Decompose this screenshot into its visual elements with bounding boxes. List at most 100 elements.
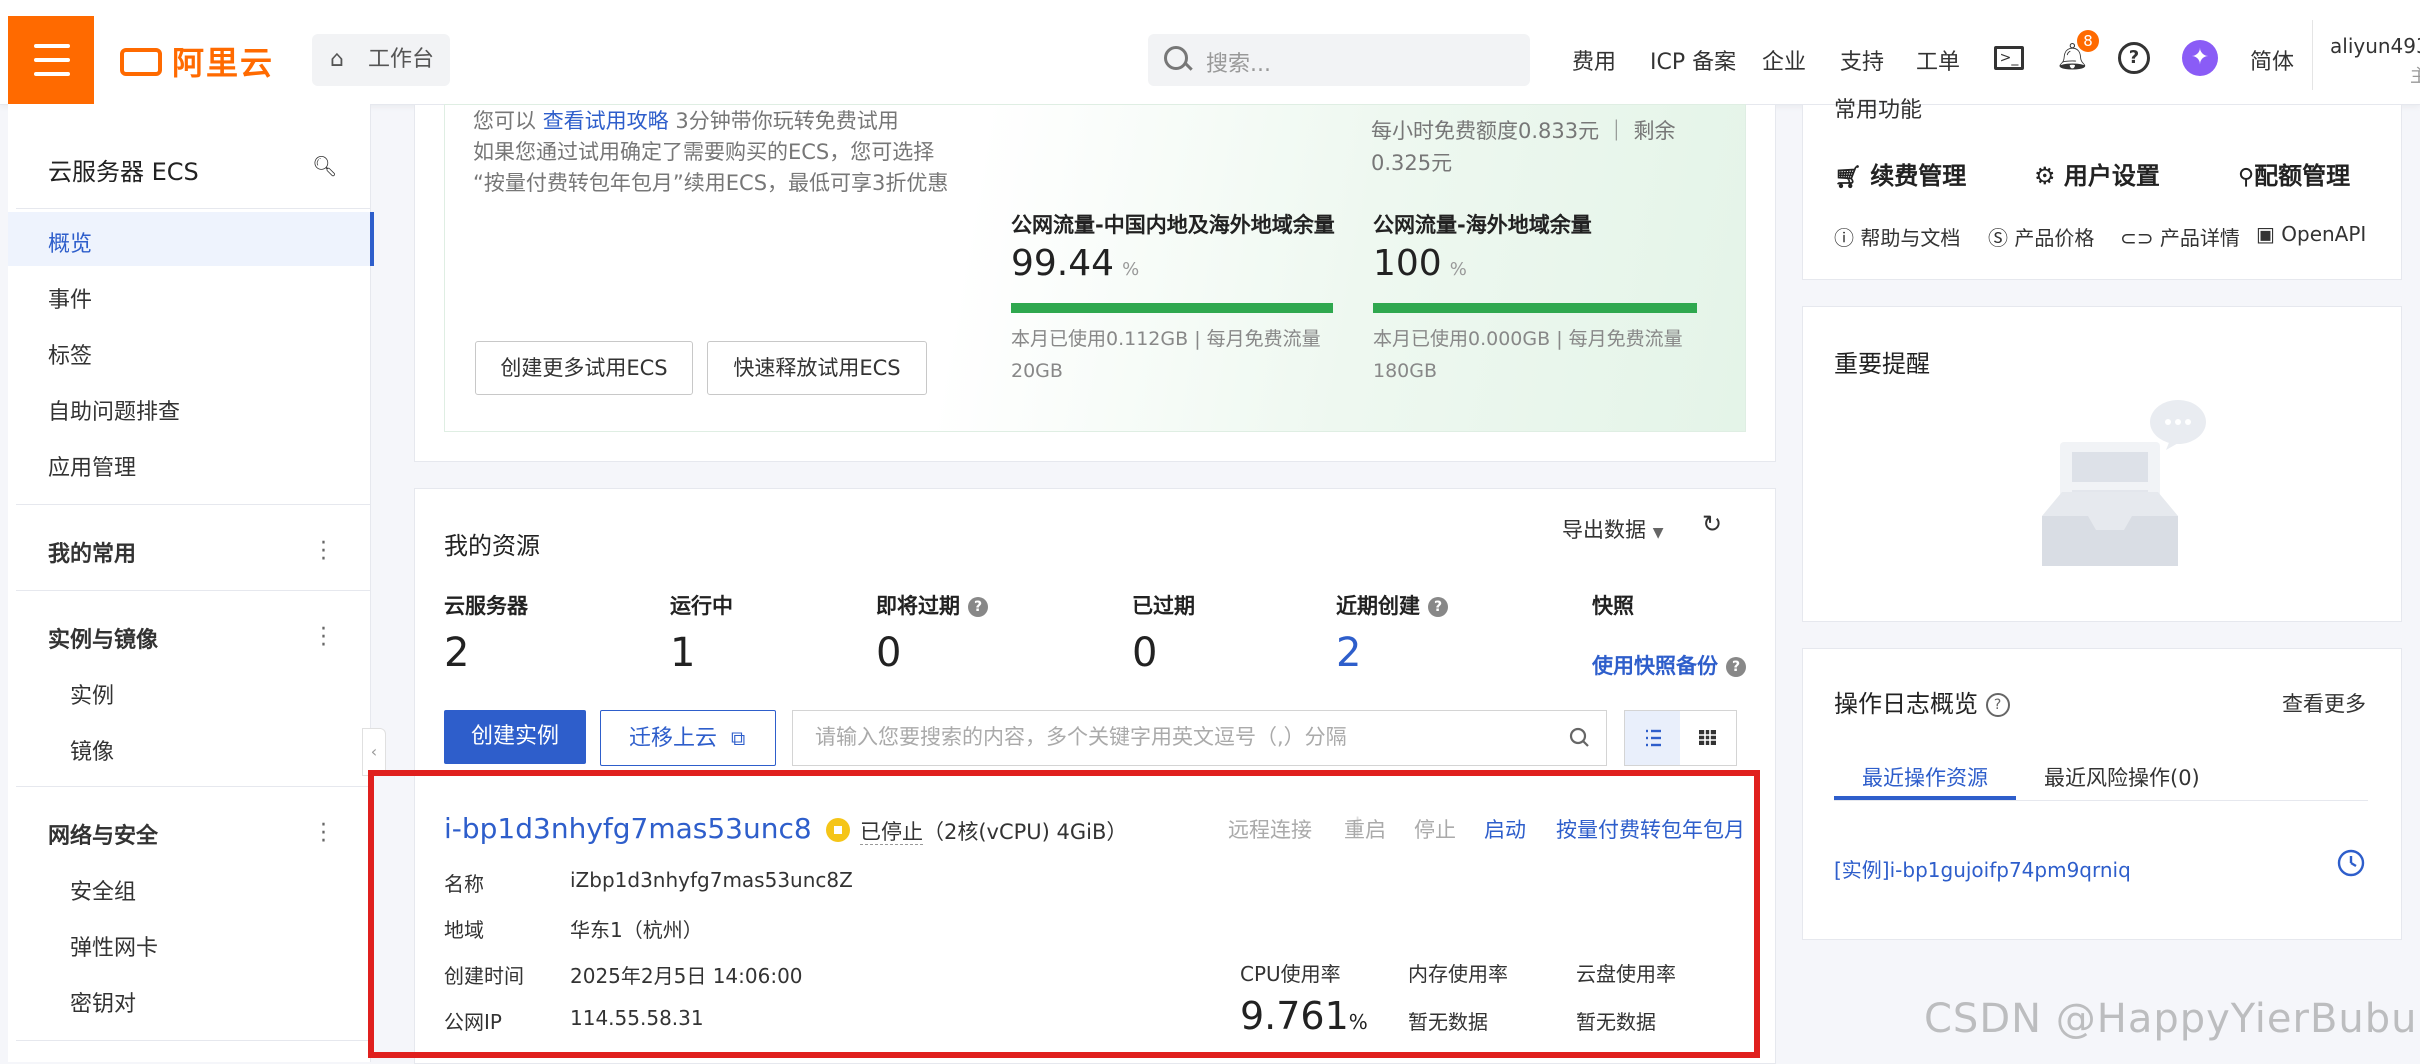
help-icon[interactable]: ?	[2118, 42, 2150, 74]
sidebar-item-images[interactable]: 镜像	[70, 734, 114, 766]
more-icon[interactable]: · · ·	[320, 619, 327, 657]
trial-guide-link[interactable]: 查看试用攻略	[543, 109, 669, 133]
migrate-cloud-button[interactable]: 迁移上云 ⧉	[600, 710, 776, 766]
product-detail-link[interactable]: ⊂⊃ 产品详情	[2120, 222, 2240, 251]
oplog-more-link[interactable]: 查看更多	[2282, 688, 2366, 718]
more-icon[interactable]: · · ·	[320, 815, 327, 853]
create-instance-button[interactable]: 创建实例	[444, 710, 586, 764]
stat-value-running[interactable]: 1	[670, 630, 695, 676]
oplog-entry-link[interactable]: [实例]i-bp1gujoifp74pm9qrniq	[1834, 854, 2131, 883]
sidebar-group-instances[interactable]: 实例与镜像	[48, 622, 158, 654]
help-docs-link[interactable]: ⓘ 帮助与文档	[1834, 222, 1960, 251]
cpu-usage-label: CPU使用率	[1240, 962, 1341, 986]
user-settings[interactable]: ⚙ 用户设置	[2034, 156, 2160, 191]
help-icon[interactable]: ?	[1428, 597, 1448, 617]
global-search[interactable]: 搜索...	[1148, 34, 1530, 86]
tab-risk-operations[interactable]: 最近风险操作(0)	[2044, 762, 2200, 792]
help-icon[interactable]: ?	[968, 597, 988, 617]
sidebar-item-events[interactable]: 事件	[48, 282, 92, 314]
stat-label-snapshot: 快照	[1592, 594, 1634, 618]
nav-fee[interactable]: 费用	[1572, 44, 1616, 76]
more-icon[interactable]: · · ·	[320, 533, 327, 571]
create-more-trial-button[interactable]: 创建更多试用ECS	[475, 341, 693, 395]
nav-support[interactable]: 支持	[1840, 44, 1884, 76]
api-icon: ▣	[2256, 222, 2275, 246]
snapshot-backup-link[interactable]: 使用快照备份?	[1592, 650, 1746, 680]
tabs-divider	[1834, 800, 2368, 801]
gear-icon: ⚙	[2034, 162, 2056, 190]
sidebar-collapse-button[interactable]: ‹	[362, 728, 386, 776]
action-restart[interactable]: 重启	[1344, 814, 1386, 844]
flow-overseas-label: 公网流量-海外地域余量	[1373, 213, 1592, 237]
aliyun-logo[interactable]: 阿里云	[120, 38, 274, 84]
stat-value-expiring[interactable]: 0	[876, 630, 901, 676]
instance-region-value: 华东1（杭州）	[570, 918, 703, 942]
sidebar-item-app-management[interactable]: 应用管理	[48, 450, 136, 482]
openapi-link[interactable]: ▣ OpenAPI	[2256, 222, 2366, 246]
product-price-link[interactable]: Ⓢ 产品价格	[1988, 222, 2094, 251]
action-remote-connect[interactable]: 远程连接	[1228, 814, 1312, 844]
trial-panel: 您可以 查看试用攻略 3分钟带你玩转免费试用 如果您通过试用确定了需要购买的EC…	[444, 104, 1746, 432]
action-convert-billing[interactable]: 按量付费转包年包月	[1556, 814, 1745, 844]
action-stop[interactable]: 停止	[1414, 814, 1456, 844]
refresh-icon[interactable]: ↻	[1702, 510, 1722, 538]
instance-spec: （2核(vCPU) 4GiB）	[923, 820, 1128, 844]
empty-inbox-illustration	[2042, 400, 2206, 566]
export-label: 导出数据	[1562, 518, 1646, 542]
nav-icp[interactable]: ICP 备案	[1650, 44, 1736, 76]
sidebar-item-keypair[interactable]: 密钥对	[70, 986, 136, 1018]
resource-search-field[interactable]	[792, 710, 1556, 766]
help-icon[interactable]: ?	[1726, 657, 1746, 677]
workbench-button[interactable]: ⌂ 工作台	[312, 34, 450, 86]
stat-label-expired: 已过期	[1132, 594, 1195, 618]
terminal-icon[interactable]: >_	[1994, 46, 2024, 70]
instance-status: 已停止（2核(vCPU) 4GiB）	[860, 816, 1127, 846]
grid-view-button[interactable]	[1680, 710, 1737, 766]
sidebar-group-network[interactable]: 网络与安全	[48, 818, 158, 850]
clock-icon[interactable]	[2336, 848, 2366, 878]
sidebar-item-eni[interactable]: 弹性网卡	[70, 930, 158, 962]
sidebar-search-icon[interactable]: 🔍︎	[312, 154, 337, 178]
flow-cn-label: 公网流量-中国内地及海外地域余量	[1011, 213, 1335, 237]
stat-label-recent-text: 近期创建	[1336, 594, 1420, 618]
language-switch[interactable]: 简体	[2250, 44, 2294, 76]
trial-line1-prefix: 您可以	[473, 109, 536, 133]
csdn-watermark: CSDN @HappyYierBubu	[1924, 996, 2418, 1042]
sidebar-item-overview[interactable]: 概览	[48, 226, 92, 258]
sidebar-item-security-group[interactable]: 安全组	[70, 874, 136, 906]
list-view-button[interactable]	[1624, 710, 1682, 766]
username[interactable]: aliyun493	[2330, 34, 2420, 58]
flow-overseas-number: 100	[1373, 243, 1442, 284]
nav-ticket[interactable]: 工单	[1916, 44, 1960, 76]
stat-value-recent[interactable]: 2	[1336, 630, 1361, 676]
menu-icon[interactable]	[8, 16, 94, 104]
workbench-label: 工作台	[368, 47, 435, 72]
instance-id-link[interactable]: i-bp1d3nhyfg7mas53unc8	[444, 812, 812, 845]
sidebar-item-tags[interactable]: 标签	[48, 338, 92, 370]
resource-search-input[interactable]	[813, 711, 1537, 763]
price-icon: Ⓢ	[1988, 226, 2008, 250]
flow-cn-note2: 20GB	[1011, 360, 1063, 382]
nav-enterprise[interactable]: 企业	[1762, 44, 1806, 76]
stat-value-expired[interactable]: 0	[1132, 630, 1157, 676]
stat-value-servers[interactable]: 2	[444, 630, 469, 676]
help-icon[interactable]: ?	[1985, 693, 2010, 717]
resource-search-button[interactable]	[1554, 710, 1607, 766]
cpu-usage-number: 9.761	[1240, 994, 1349, 1038]
ai-assistant-icon[interactable]: ✦	[2182, 40, 2218, 76]
product-price-label: 产品价格	[2014, 226, 2095, 250]
quota-management[interactable]: ⚲配额管理	[2238, 156, 2350, 191]
flow-cn-progress	[1011, 303, 1334, 313]
sidebar-group-favorites[interactable]: 我的常用	[48, 536, 136, 568]
renewal-management[interactable]: 🛒︎ 续费管理	[1834, 156, 1966, 191]
release-trial-button[interactable]: 快速释放试用ECS	[707, 341, 927, 395]
aliyun-logo-mark	[120, 48, 162, 76]
tab-recent-resources[interactable]: 最近操作资源	[1862, 762, 1988, 792]
export-data-dropdown[interactable]: 导出数据 ▼	[1562, 514, 1663, 544]
sidebar-item-troubleshoot[interactable]: 自助问题排查	[48, 394, 180, 426]
instance-region-label: 地域	[444, 918, 484, 942]
search-placeholder: 搜索...	[1206, 52, 1271, 77]
action-start[interactable]: 启动	[1484, 814, 1526, 844]
sidebar-item-instances[interactable]: 实例	[70, 678, 114, 710]
cart-icon: 🛒︎	[1834, 165, 1862, 190]
